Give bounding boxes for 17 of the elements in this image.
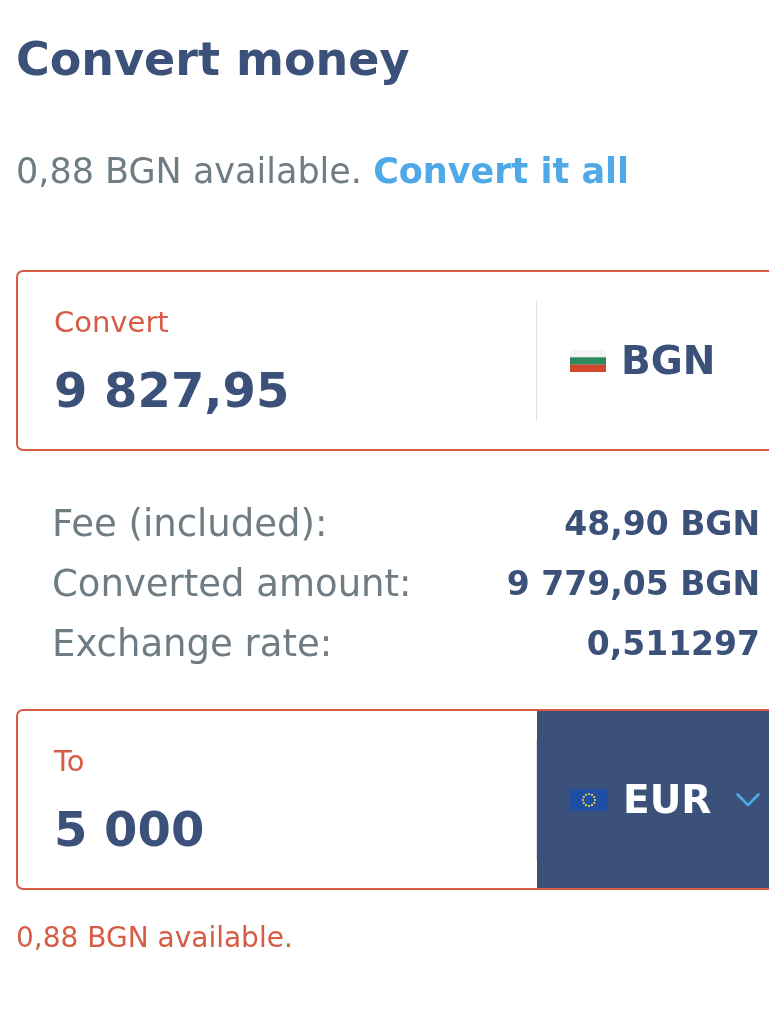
field-label: Convert: [54, 305, 169, 340]
detail-value: 0,511297: [586, 623, 760, 663]
currency-button[interactable]: EUR: [537, 711, 769, 888]
page-title: Convert money: [16, 31, 411, 88]
error-message: 0,88 BGN available.: [16, 921, 294, 955]
amount-input[interactable]: 9 827,95: [54, 360, 290, 420]
detail-label: Fee (included):: [52, 501, 328, 545]
amount-input[interactable]: 5 000: [54, 799, 205, 859]
flag-icon: [570, 349, 606, 372]
detail-label: Exchange rate:: [52, 621, 333, 665]
balance-text: 0,88 BGN available. Convert it all: [16, 150, 631, 192]
flag-icon: [570, 788, 608, 811]
detail-value: 9 779,05 BGN: [506, 563, 760, 603]
field-label: To: [54, 744, 85, 779]
detail-value: 48,90 BGN: [564, 503, 760, 543]
detail-label: Converted amount:: [52, 561, 412, 605]
chevron-down-icon: [736, 792, 761, 807]
